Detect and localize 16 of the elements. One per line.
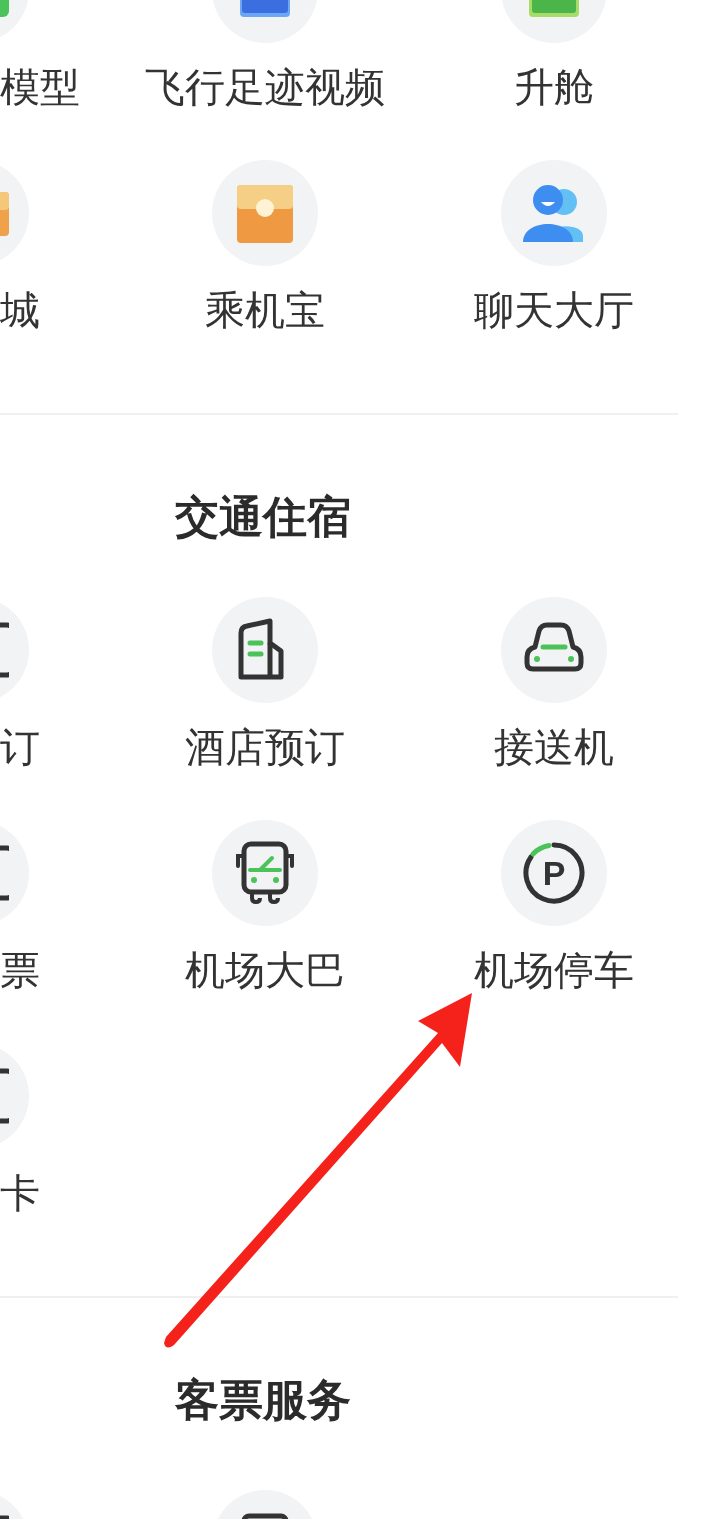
service-label: 机场停车 — [474, 950, 634, 990]
service-label: 票 — [0, 950, 40, 990]
service-label: 酒店预订 — [185, 727, 345, 767]
section-title: 交通住宿 — [174, 493, 351, 541]
service-label: 城 — [0, 290, 40, 330]
service-label: 订 — [0, 727, 40, 767]
service-label: 模型 — [0, 67, 80, 107]
service-label: 聊天大厅 — [474, 290, 634, 330]
service-label: 乘机宝 — [205, 290, 325, 330]
service-label: 机场大巴 — [185, 950, 345, 990]
icon-button[interactable]: P — [501, 820, 607, 926]
section-title: 客票服务 — [174, 1376, 351, 1424]
service-label: 飞行足迹视频 — [145, 67, 385, 107]
service-label: 接送机 — [494, 727, 614, 767]
service-label: 卡 — [0, 1173, 40, 1213]
service-label: 升舱 — [514, 67, 594, 107]
